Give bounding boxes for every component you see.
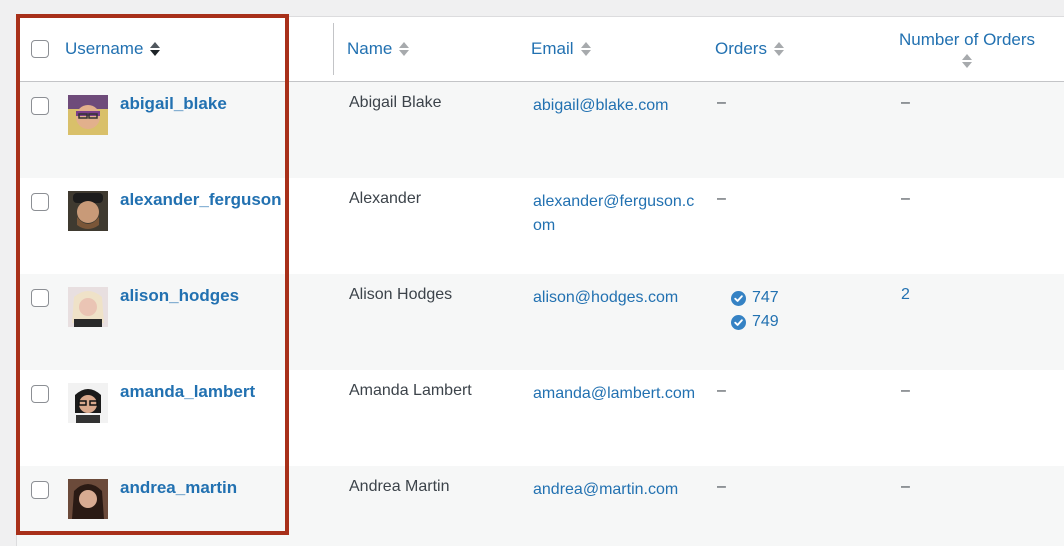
username-link[interactable]: alexander_ferguson [120, 190, 282, 210]
avatar [68, 95, 108, 135]
column-header-name-label: Name [347, 39, 393, 58]
order-count-link[interactable]: 2 [901, 286, 910, 304]
table-row: amanda_lambert Amanda Lambert amanda@lam… [17, 370, 1064, 466]
row-checkbox[interactable] [31, 193, 49, 211]
avatar [68, 287, 108, 327]
row-checkbox[interactable] [31, 385, 49, 403]
column-header-orders-label: Orders [715, 39, 767, 58]
email-link[interactable]: andrea@martin.com [533, 478, 703, 502]
email-link[interactable]: amanda@lambert.com [533, 382, 703, 406]
orders-empty: – [717, 94, 726, 111]
sort-icon [399, 42, 410, 56]
order-number: 747 [752, 289, 779, 306]
sort-icon [150, 42, 161, 56]
column-header-email-label: Email [531, 39, 574, 58]
orders-list: 747 749 [731, 286, 779, 334]
column-header-number-of-orders[interactable]: Number of Orders [899, 21, 1035, 77]
check-circle-icon [731, 290, 746, 306]
email-link[interactable]: alison@hodges.com [533, 286, 703, 310]
users-table: Username Name Email Orders Number of Ord… [16, 16, 1064, 546]
sort-icon [962, 54, 973, 68]
sort-icon [773, 42, 784, 56]
username-link[interactable]: abigail_blake [120, 94, 227, 114]
column-header-email[interactable]: Email [531, 17, 591, 81]
user-name: Abigail Blake [349, 94, 442, 111]
email-link[interactable]: abigail@blake.com [533, 94, 703, 118]
user-name: Alison Hodges [349, 286, 453, 303]
column-header-username[interactable]: Username [65, 17, 161, 81]
table-row: abigail_blake Abigail Blake abigail@blak… [17, 82, 1064, 178]
orders-empty: – [717, 382, 726, 399]
table-header: Username Name Email Orders Number of Ord… [17, 17, 1064, 82]
user-name: Alexander [349, 190, 422, 207]
order-count: – [901, 94, 910, 111]
username-link[interactable]: alison_hodges [120, 286, 239, 306]
sort-icon [580, 42, 591, 56]
check-circle-icon [731, 314, 746, 330]
avatar [68, 191, 108, 231]
email-link[interactable]: alexander@ferguson.com [533, 190, 703, 238]
orders-empty: – [717, 478, 726, 495]
order-number: 749 [752, 313, 779, 330]
order-link[interactable]: 749 [731, 310, 779, 334]
avatar [68, 479, 108, 519]
order-count: – [901, 190, 910, 207]
column-header-username-label: Username [65, 39, 144, 58]
table-row: alexander_ferguson Alexander alexander@f… [17, 178, 1064, 274]
column-header-name[interactable]: Name [347, 17, 410, 81]
row-checkbox[interactable] [31, 289, 49, 307]
user-name: Amanda Lambert [349, 382, 472, 399]
column-header-orders[interactable]: Orders [715, 17, 784, 81]
row-checkbox[interactable] [31, 481, 49, 499]
order-count: – [901, 478, 910, 495]
user-name: Andrea Martin [349, 478, 450, 495]
table-row: andrea_martin Andrea Martin andrea@marti… [17, 466, 1064, 546]
row-checkbox[interactable] [31, 97, 49, 115]
column-divider [333, 23, 334, 75]
username-link[interactable]: andrea_martin [120, 478, 237, 498]
table-row: alison_hodges Alison Hodges alison@hodge… [17, 274, 1064, 370]
username-link[interactable]: amanda_lambert [120, 382, 255, 402]
column-header-number-of-orders-label: Number of Orders [899, 30, 1036, 49]
order-count: – [901, 382, 910, 399]
select-all-checkbox[interactable] [31, 40, 49, 58]
orders-empty: – [717, 190, 726, 207]
order-link[interactable]: 747 [731, 286, 779, 310]
avatar [68, 383, 108, 423]
